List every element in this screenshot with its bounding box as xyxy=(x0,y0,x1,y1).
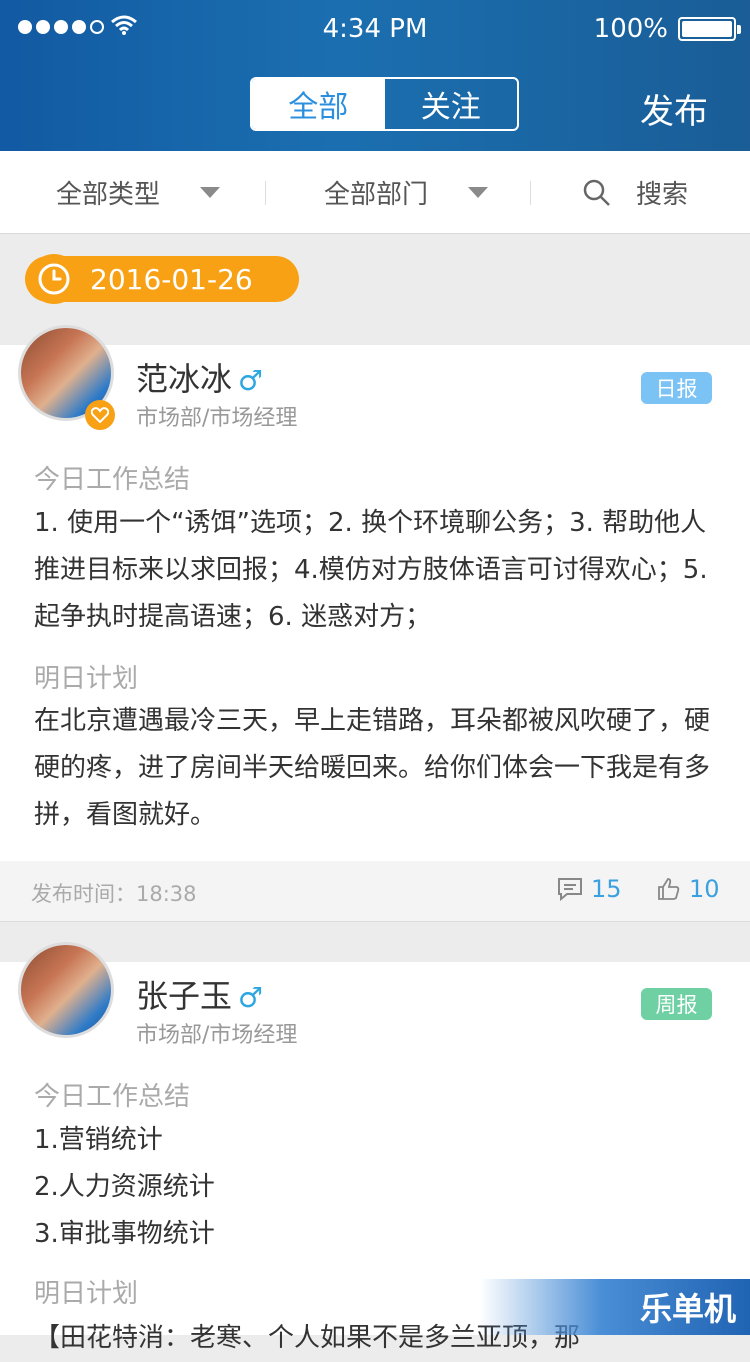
like-button[interactable]: 10 xyxy=(657,875,720,903)
comment-count: 15 xyxy=(591,875,622,903)
like-count: 10 xyxy=(689,875,720,903)
avatar[interactable] xyxy=(18,942,114,1038)
filter-bar: 全部类型 全部部门 搜索 xyxy=(0,151,750,234)
search-label: 搜索 xyxy=(636,174,688,211)
dept-filter-label: 全部部门 xyxy=(324,174,428,211)
publish-button[interactable]: 发布 xyxy=(640,84,708,133)
heart-icon xyxy=(85,400,115,430)
summary-title: 今日工作总结 xyxy=(34,459,190,496)
watermark-logo: 乐单机 xyxy=(480,1279,750,1335)
summary-text: 1. 使用一个“诱饵”选项；2. 换个环境聊公务；3. 帮助他人推进目标来以求回… xyxy=(34,500,714,641)
summary-title: 今日工作总结 xyxy=(34,1076,190,1113)
post-card[interactable]: 范冰冰♂ 市场部/市场经理 日报 今日工作总结 1. 使用一个“诱饵”选项；2.… xyxy=(0,345,750,861)
author-name[interactable]: 张子玉♂ xyxy=(136,971,263,1017)
thumbs-up-icon xyxy=(657,877,681,901)
male-icon: ♂ xyxy=(238,364,263,397)
chevron-down-icon xyxy=(200,187,220,198)
clock-icon xyxy=(29,254,79,304)
search-button[interactable]: 搜索 xyxy=(582,151,688,234)
plan-title: 明日计划 xyxy=(34,1273,138,1310)
plan-title: 明日计划 xyxy=(34,658,138,695)
report-type-badge: 日报 xyxy=(641,372,712,404)
app-header: 4:34 PM 100% 全部 关注 发布 xyxy=(0,0,750,151)
comment-button[interactable]: 15 xyxy=(557,875,622,903)
male-icon: ♂ xyxy=(238,981,263,1014)
dept-filter-dropdown[interactable]: 全部部门 xyxy=(324,151,488,234)
summary-line: 3.审批事物统计 xyxy=(34,1211,714,1258)
date-badge: 2016-01-26 xyxy=(25,256,299,302)
publish-time: 发布时间：18:38 xyxy=(31,878,197,908)
summary-line: 2.人力资源统计 xyxy=(34,1164,714,1211)
author-dept: 市场部/市场经理 xyxy=(136,400,297,432)
battery-icon xyxy=(678,17,736,41)
type-filter-dropdown[interactable]: 全部类型 xyxy=(56,151,220,234)
tab-all[interactable]: 全部 xyxy=(252,79,385,129)
status-bar: 4:34 PM 100% xyxy=(0,0,750,58)
comment-icon xyxy=(557,877,583,901)
post-footer: 发布时间：18:38 15 10 xyxy=(0,861,750,922)
feed-segment-control: 全部 关注 xyxy=(250,77,519,131)
type-filter-label: 全部类型 xyxy=(56,174,160,211)
author-dept: 市场部/市场经理 xyxy=(136,1017,297,1049)
chevron-down-icon xyxy=(468,187,488,198)
tab-following[interactable]: 关注 xyxy=(385,79,518,129)
author-name[interactable]: 范冰冰♂ xyxy=(136,354,263,400)
plan-text: 在北京遭遇最冷三天，早上走错路，耳朵都被风吹硬了，硬硬的疼，进了房间半天给暖回来… xyxy=(34,698,714,839)
battery-percent: 100% xyxy=(594,14,668,44)
report-type-badge: 周报 xyxy=(641,988,712,1020)
date-label: 2016-01-26 xyxy=(90,263,253,296)
summary-line: 1.营销统计 xyxy=(34,1117,714,1164)
search-icon xyxy=(582,178,612,208)
